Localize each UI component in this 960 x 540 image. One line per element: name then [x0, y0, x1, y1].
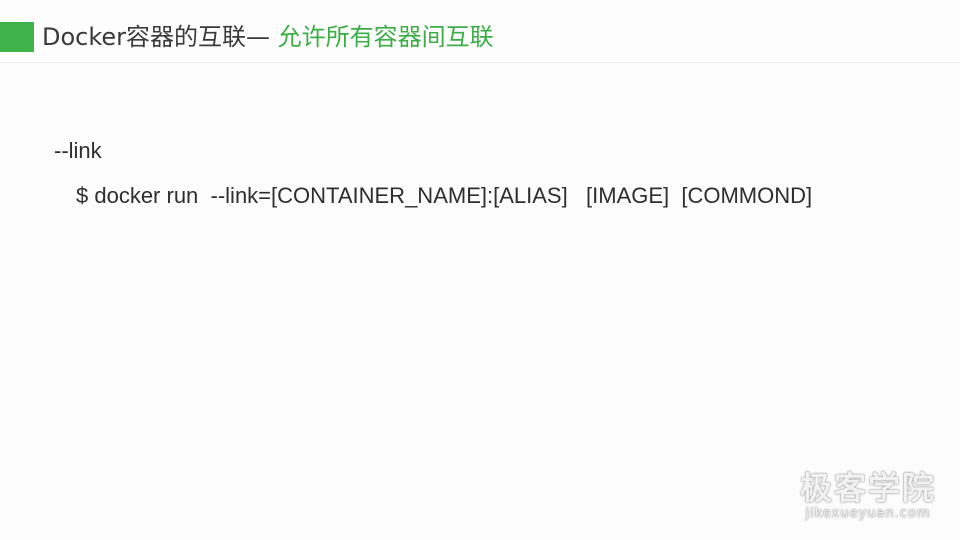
watermark-name: 极客学院 — [799, 469, 936, 507]
page-title: Docker容器的互联— 允许所有容器间互联 — [42, 19, 494, 55]
slide: Docker容器的互联— 允许所有容器间互联 --link $ docker r… — [0, 0, 960, 540]
title-subtitle: 允许所有容器间互联 — [277, 23, 494, 51]
command-text: $ docker run --link=[CONTAINER_NAME]:[AL… — [76, 183, 813, 208]
watermark-url: jikexueyuan.com — [805, 506, 931, 521]
option-text: --link — [54, 138, 102, 163]
title-main: Docker容器的互联— — [42, 23, 278, 51]
title-accent-block — [0, 22, 34, 52]
watermark-logo: 极客学院 jikexueyuan.com — [798, 470, 938, 522]
